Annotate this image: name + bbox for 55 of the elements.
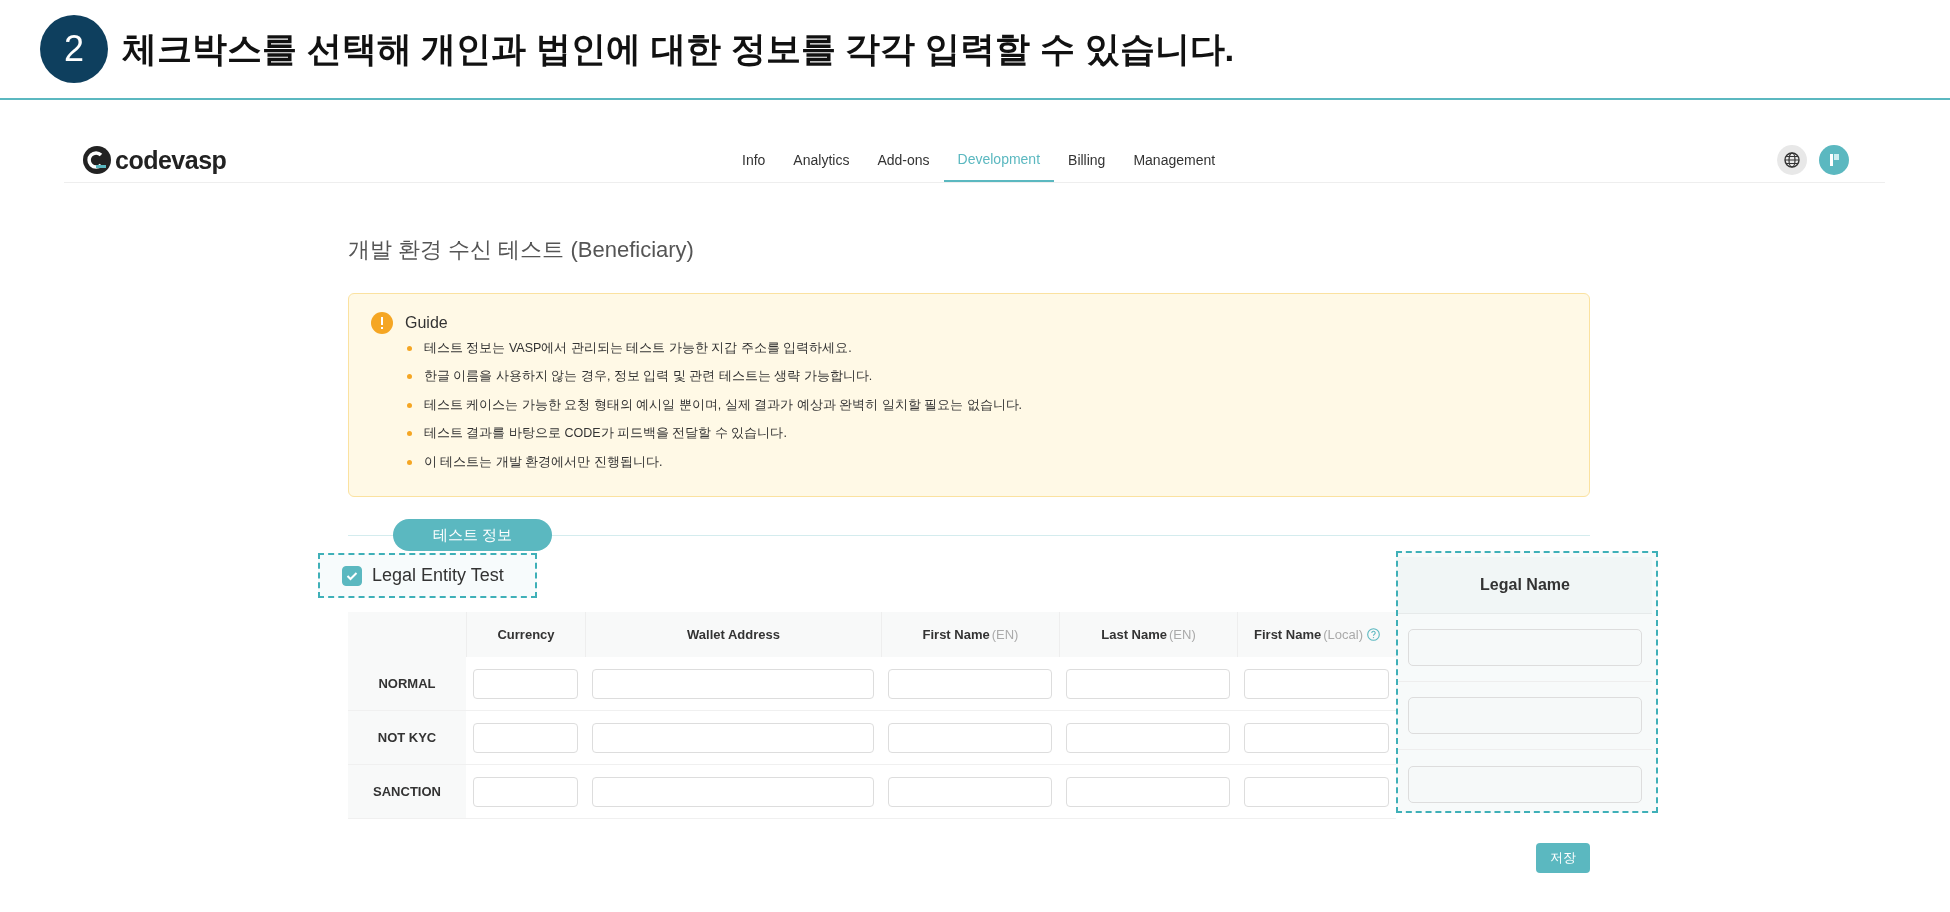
bullet-icon — [407, 345, 412, 351]
banner-title: 체크박스를 선택해 개인과 법인에 대한 정보를 각각 입력할 수 있습니다. — [122, 27, 1235, 70]
column-header: Legal Name — [1480, 576, 1570, 594]
row-label: NOT KYC — [377, 730, 437, 745]
section-label: 테스트 정보 — [393, 519, 552, 551]
input-field[interactable] — [473, 776, 578, 807]
input-field[interactable] — [1244, 722, 1389, 753]
input-field[interactable] — [1408, 629, 1642, 666]
nav-tab[interactable]: Management — [1119, 138, 1230, 182]
nav-tab[interactable]: Analytics — [779, 138, 864, 182]
input-field[interactable] — [1244, 776, 1389, 807]
input-field[interactable] — [1244, 668, 1389, 699]
nav-tab[interactable]: Add-ons — [863, 138, 944, 182]
guide-text: 테스트 결과를 바탕으로 CODE가 피드백을 전달할 수 있습니다. — [424, 425, 787, 443]
row-label: NORMAL — [378, 676, 436, 691]
guide-text: 테스트 케이스는 가능한 요청 형태의 예시일 뿐이며, 실제 결과가 예상과 완벽히 일치할 필요는 없습니다. — [424, 396, 1023, 414]
page-title: 개발 환경 수신 테스트 (Beneficiary) — [348, 236, 695, 264]
input-field[interactable] — [592, 668, 874, 699]
input-field[interactable] — [888, 776, 1052, 807]
bullet-icon — [407, 402, 412, 408]
help-icon[interactable] — [1366, 628, 1380, 641]
row-label: SANCTION — [373, 784, 441, 799]
input-field[interactable] — [1066, 776, 1230, 807]
logo-icon — [82, 145, 112, 175]
globe-icon[interactable] — [1777, 145, 1807, 175]
bullet-icon — [407, 431, 412, 437]
input-field[interactable] — [1066, 668, 1230, 699]
warning-icon — [371, 312, 393, 334]
checkbox[interactable] — [342, 565, 362, 586]
nav-tab[interactable]: Info — [728, 138, 780, 182]
column-header: Wallet Address — [687, 627, 780, 642]
input-field[interactable] — [473, 668, 578, 699]
column-header: Currency — [497, 627, 555, 642]
step-number-badge: 2 — [40, 15, 108, 83]
guide-text: 테스트 정보는 VASP에서 관리되는 테스트 가능한 지갑 주소를 입력하세요. — [424, 339, 852, 357]
checkbox-label: Legal Entity Test — [372, 565, 504, 586]
bullet-icon — [407, 459, 412, 465]
guide-text: 이 테스트는 개발 환경에서만 진행됩니다. — [424, 453, 663, 471]
nav-tab[interactable]: Billing — [1054, 138, 1120, 182]
input-field[interactable] — [592, 722, 874, 753]
column-header: Last Name(EN) — [1101, 627, 1196, 642]
profile-avatar-icon[interactable] — [1819, 145, 1849, 175]
logo-text: codevasp — [115, 145, 227, 175]
column-header: First Name(EN) — [922, 627, 1019, 642]
input-field[interactable] — [473, 722, 578, 753]
input-field[interactable] — [592, 776, 874, 807]
column-header: First Name(Local) — [1254, 627, 1363, 642]
guide-title: Guide — [405, 314, 448, 332]
bullet-icon — [407, 374, 412, 380]
input-field[interactable] — [888, 668, 1052, 699]
input-field[interactable] — [1408, 697, 1642, 734]
input-field[interactable] — [888, 722, 1052, 753]
input-field[interactable] — [1066, 722, 1230, 753]
guide-text: 한글 이름을 사용하지 않는 경우, 정보 입력 및 관련 테스트는 생략 가능합니다. — [424, 368, 873, 386]
input-field[interactable] — [1408, 765, 1642, 803]
